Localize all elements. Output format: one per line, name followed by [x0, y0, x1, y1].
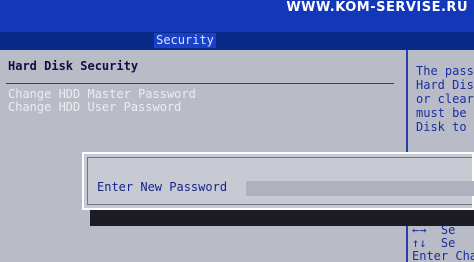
change-hdd-user-password-option[interactable]: Change HDD User Password — [8, 100, 181, 114]
dialog-label: Enter New Password — [97, 180, 228, 194]
watermark-text: WWW.KOM-SERVISE.RU — [286, 0, 468, 15]
tab-security[interactable]: Security — [154, 33, 216, 48]
dialog-shadow — [90, 210, 474, 226]
divider — [6, 83, 394, 84]
section-title: Hard Disk Security — [8, 59, 139, 73]
password-dialog: Enter New Password — [82, 152, 474, 210]
password-input[interactable] — [246, 181, 474, 196]
change-hdd-master-password-option[interactable]: Change HDD Master Password — [8, 87, 196, 101]
bios-title-bar: WWW.KOM-SERVISE.RU — [0, 0, 474, 32]
key-legend: ←→ Se ↑↓ Se Enter Cha — [412, 223, 474, 262]
help-text: The pass Hard Dis or clear must be Disk … — [416, 64, 474, 134]
